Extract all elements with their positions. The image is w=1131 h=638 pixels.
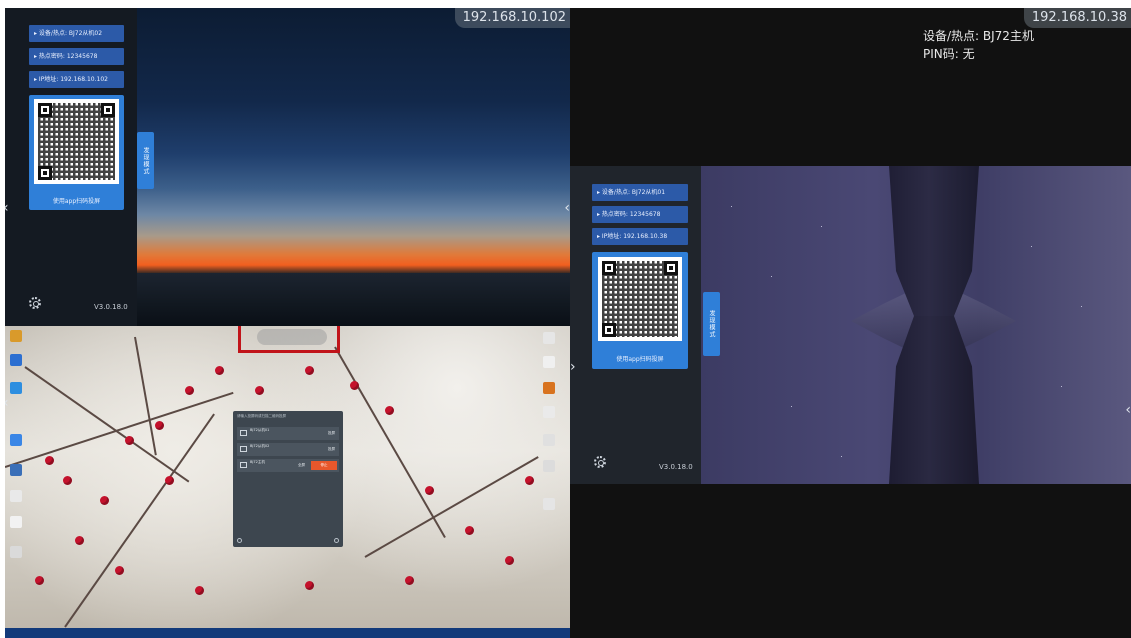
berry <box>35 576 44 585</box>
berry <box>215 366 224 375</box>
hotspot-password-chip: 热点密码: 12345678 <box>592 206 688 223</box>
star <box>731 206 732 207</box>
mountain <box>889 166 979 316</box>
right-screen: 192.168.10.38 设备/热点: BJ72主机 PIN码: 无 设备/热… <box>570 8 1131 638</box>
star <box>791 406 792 407</box>
berry <box>195 586 204 595</box>
star <box>821 226 822 227</box>
chevron-left-icon[interactable]: ‹ <box>1125 403 1131 417</box>
ip-badge: 192.168.10.102 <box>454 8 570 28</box>
berry <box>115 566 124 575</box>
qr-code <box>34 99 119 184</box>
starry-night-wallpaper <box>701 166 1131 484</box>
cast-device-name: BJ72主机 <box>250 460 265 464</box>
berry <box>45 456 54 465</box>
desktop-shortcut-icon[interactable] <box>543 498 555 510</box>
qr-card[interactable]: 使用app扫码投屏 <box>29 95 124 210</box>
desktop-shortcut-icon[interactable] <box>10 354 22 366</box>
chevron-left-icon[interactable]: ‹ <box>5 396 9 410</box>
berry <box>165 476 174 485</box>
highlight-box <box>238 326 340 353</box>
desktop-shortcut-icon[interactable] <box>543 406 555 418</box>
berry <box>525 476 534 485</box>
cast-row: BJ72主机 全屏 停止 <box>237 459 339 472</box>
version-label: V3.0.18.0 <box>659 463 693 471</box>
sea-wallpaper <box>137 273 570 326</box>
receiver-side-panel: 设备/热点: BJ72从机01 热点密码: 12345678 IP地址: 192… <box>570 166 701 484</box>
add-icon[interactable] <box>237 538 242 543</box>
star <box>1081 306 1082 307</box>
cast-button[interactable]: 投屏 <box>311 429 337 438</box>
desktop-shortcut-icon[interactable] <box>543 382 555 394</box>
chevron-left-icon[interactable]: ‹ <box>5 201 9 215</box>
berry <box>465 526 474 535</box>
qr-caption: 使用app扫码投屏 <box>52 198 101 205</box>
discovery-mode-tab[interactable]: 发现模式 <box>137 132 154 189</box>
qr-card[interactable]: 使用app扫码投屏 <box>592 252 688 369</box>
berry <box>100 496 109 505</box>
berry <box>350 381 359 390</box>
hotspot-password-chip: 热点密码: 12345678 <box>29 48 124 65</box>
cast-device-name: BJ72从机02 <box>250 444 270 448</box>
cast-dialog-title: 请输入投屏码或扫描二维码投屏 <box>237 414 286 418</box>
device-hotspot-chip: 设备/热点: BJ72从机02 <box>29 25 124 42</box>
qr-caption: 使用app扫码投屏 <box>616 356 664 363</box>
berry <box>155 421 164 430</box>
desktop-shortcut-icon[interactable] <box>543 460 555 472</box>
ip-address-chip: IP地址: 192.168.10.102 <box>29 71 124 88</box>
desktop-shortcut-icon[interactable] <box>543 356 555 368</box>
cast-control-dialog: 请输入投屏码或扫描二维码投屏 BJ72从机01 投屏 BJ72从机02 投屏 B… <box>233 411 343 547</box>
device-hotspot-chip: 设备/热点: BJ72从机01 <box>592 184 688 201</box>
desktop-shortcut-icon[interactable] <box>10 464 22 476</box>
ip-address-chip: IP地址: 192.168.10.38 <box>592 228 688 245</box>
bottom-left-screen: 请输入投屏码或扫描二维码投屏 BJ72从机01 投屏 BJ72从机02 投屏 B… <box>5 326 570 638</box>
monitor-icon <box>240 462 247 468</box>
berry <box>405 576 414 585</box>
berry <box>305 581 314 590</box>
monitor-icon <box>240 446 247 452</box>
berry <box>125 436 134 445</box>
berry <box>255 386 264 395</box>
desktop-shortcut-icon[interactable] <box>10 434 22 446</box>
host-device-info: 设备/热点: BJ72主机 <box>923 29 1034 43</box>
star <box>771 276 772 277</box>
desktop-shortcut-icon[interactable] <box>543 332 555 344</box>
berry <box>425 486 434 495</box>
cast-device-name: BJ72从机01 <box>250 428 270 432</box>
monitor-icon <box>240 430 247 436</box>
fullscreen-button[interactable]: 全屏 <box>287 461 307 470</box>
berry <box>385 406 394 415</box>
top-left-screen: 设备/热点: BJ72从机02 热点密码: 12345678 IP地址: 192… <box>5 8 570 326</box>
cast-row: BJ72从机02 投屏 <box>237 443 339 456</box>
desktop-shortcut-icon[interactable] <box>10 330 22 342</box>
qr-code <box>598 257 682 341</box>
berry <box>63 476 72 485</box>
receiver-side-panel: 设备/热点: BJ72从机02 热点密码: 12345678 IP地址: 192… <box>5 8 137 326</box>
gear-icon[interactable] <box>29 297 41 309</box>
berry <box>185 386 194 395</box>
ip-badge: 192.168.10.38 <box>1023 8 1131 28</box>
power-icon[interactable] <box>334 538 339 543</box>
cast-row: BJ72从机01 投屏 <box>237 427 339 440</box>
desktop-shortcut-icon[interactable] <box>10 382 22 394</box>
version-label: V3.0.18.0 <box>94 303 128 311</box>
star <box>1061 386 1062 387</box>
desktop-shortcut-icon[interactable] <box>543 434 555 446</box>
pin-info: PIN码: 无 <box>923 47 975 61</box>
star <box>1031 246 1032 247</box>
desktop-shortcut-icon[interactable] <box>10 490 22 502</box>
berry <box>305 366 314 375</box>
discovery-mode-tab[interactable]: 发现模式 <box>703 292 720 356</box>
chevron-right-icon[interactable]: › <box>570 360 576 374</box>
desktop-shortcut-icon[interactable] <box>10 516 22 528</box>
berry <box>75 536 84 545</box>
berry <box>505 556 514 565</box>
gear-icon[interactable] <box>594 456 606 468</box>
desktop-shortcut-icon[interactable] <box>10 546 22 558</box>
sunset-sky-wallpaper <box>137 8 570 273</box>
windows-taskbar[interactable] <box>5 628 570 638</box>
stop-cast-button[interactable]: 停止 <box>311 461 337 470</box>
star <box>841 456 842 457</box>
cast-button[interactable]: 投屏 <box>311 445 337 454</box>
